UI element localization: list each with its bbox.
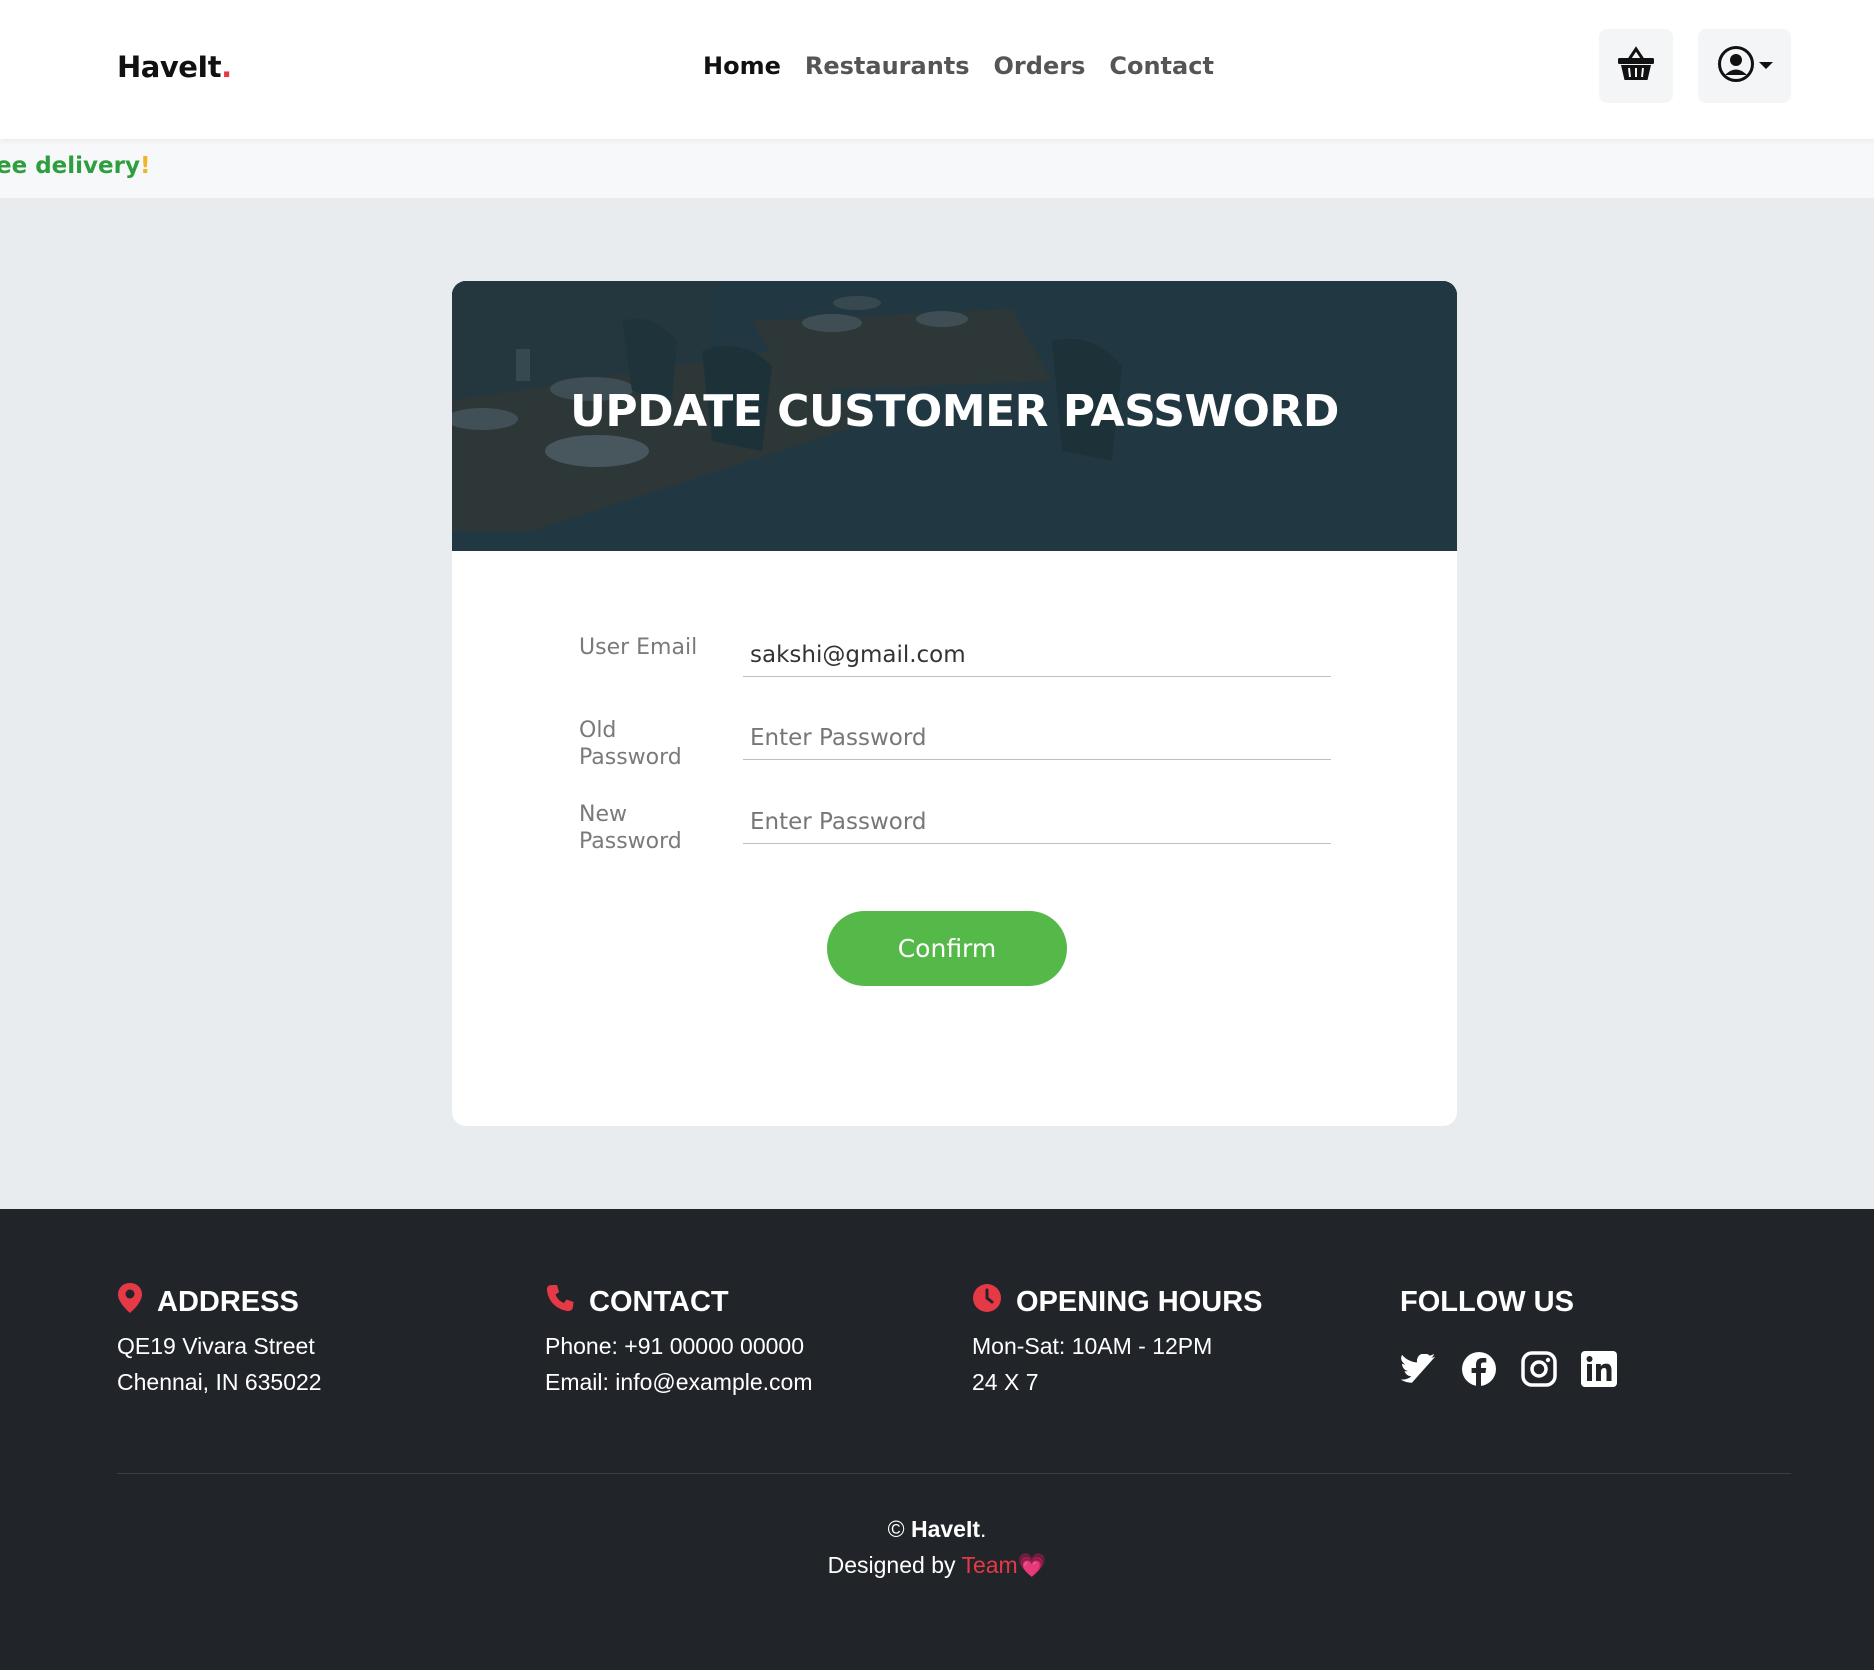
hours-line-1: Mon-Sat: 10AM - 12PM	[972, 1333, 1213, 1359]
brand-name: HaveIt	[117, 50, 222, 84]
cart-button[interactable]	[1599, 29, 1673, 103]
new-password-row: New Password	[579, 801, 1331, 871]
password-card: UPDATE CUSTOMER PASSWORD User Email Old …	[452, 281, 1457, 1126]
address-line-2: Chennai, IN 635022	[117, 1369, 322, 1395]
basket-icon	[1617, 45, 1655, 87]
email-field[interactable]	[743, 634, 1331, 677]
new-password-field[interactable]	[743, 801, 1331, 844]
email-label: User Email	[579, 635, 698, 660]
confirm-button[interactable]: Confirm	[827, 911, 1067, 986]
facebook-icon[interactable]	[1460, 1350, 1497, 1387]
brand-dot: .	[221, 50, 232, 84]
copyright-dot: .	[980, 1516, 987, 1542]
hours-title: OPENING HOURS	[1016, 1285, 1263, 1318]
caret-down-icon	[1758, 57, 1773, 75]
heart-icon: 💗	[1017, 1552, 1047, 1578]
old-password-label: Old Password	[579, 718, 682, 770]
navbar: HaveIt. Home Restaurants Orders Contact	[0, 0, 1874, 139]
nav-orders[interactable]: Orders	[994, 52, 1086, 80]
footer-divider	[117, 1473, 1791, 1474]
promo-text-suffix: !	[139, 153, 151, 179]
footer-address: ADDRESS QE19 Vivara Street Chennai, IN 6…	[117, 1282, 322, 1394]
footer-hours: OPENING HOURS Mon-Sat: 10AM - 12PM 24 X …	[972, 1282, 1263, 1394]
promo-text-main: ee delivery	[0, 153, 140, 179]
twitter-icon[interactable]	[1400, 1350, 1437, 1387]
social-links	[1400, 1350, 1617, 1387]
team-link[interactable]: Team	[961, 1552, 1017, 1578]
new-password-label: New Password	[579, 802, 682, 854]
contact-email: Email: info@example.com	[545, 1369, 813, 1395]
nav-links: Home Restaurants Orders Contact	[703, 52, 1214, 80]
copyright-symbol: ©	[887, 1516, 905, 1542]
linkedin-icon[interactable]	[1580, 1350, 1617, 1387]
footer-contact: CONTACT Phone: +91 00000 00000 Email: in…	[545, 1282, 813, 1394]
follow-title: FOLLOW US	[1400, 1285, 1574, 1318]
nav-contact[interactable]: Contact	[1109, 52, 1214, 80]
address-line-1: QE19 Vivara Street	[117, 1333, 315, 1359]
promo-text: ee delivery!	[0, 153, 150, 179]
clock-icon	[972, 1283, 1002, 1321]
user-menu-button[interactable]	[1698, 29, 1791, 103]
phone-icon	[545, 1283, 575, 1321]
old-password-row: Old Password	[579, 717, 1331, 787]
email-row: User Email	[579, 634, 1331, 704]
contact-phone: Phone: +91 00000 00000	[545, 1333, 804, 1359]
address-title: ADDRESS	[157, 1285, 299, 1318]
nav-home[interactable]: Home	[703, 52, 781, 80]
designed-by-text: Designed by	[827, 1552, 956, 1578]
map-pin-icon	[117, 1282, 143, 1322]
user-circle-icon	[1717, 45, 1755, 88]
nav-restaurants[interactable]: Restaurants	[805, 52, 970, 80]
copyright-brand: HaveIt	[910, 1516, 980, 1542]
brand-logo[interactable]: HaveIt.	[117, 50, 232, 84]
footer-follow: FOLLOW US	[1400, 1282, 1617, 1387]
footer: ADDRESS QE19 Vivara Street Chennai, IN 6…	[0, 1209, 1874, 1670]
instagram-icon[interactable]	[1520, 1350, 1557, 1387]
copyright: © HaveIt.	[0, 1516, 1874, 1543]
contact-title: CONTACT	[589, 1285, 729, 1318]
old-password-field[interactable]	[743, 717, 1331, 760]
hours-line-2: 24 X 7	[972, 1369, 1039, 1395]
card-hero: UPDATE CUSTOMER PASSWORD	[452, 281, 1457, 551]
designed-by: Designed by Team💗	[0, 1552, 1874, 1579]
page-title: UPDATE CUSTOMER PASSWORD	[570, 386, 1339, 437]
promo-strip: ee delivery!	[0, 139, 1874, 198]
